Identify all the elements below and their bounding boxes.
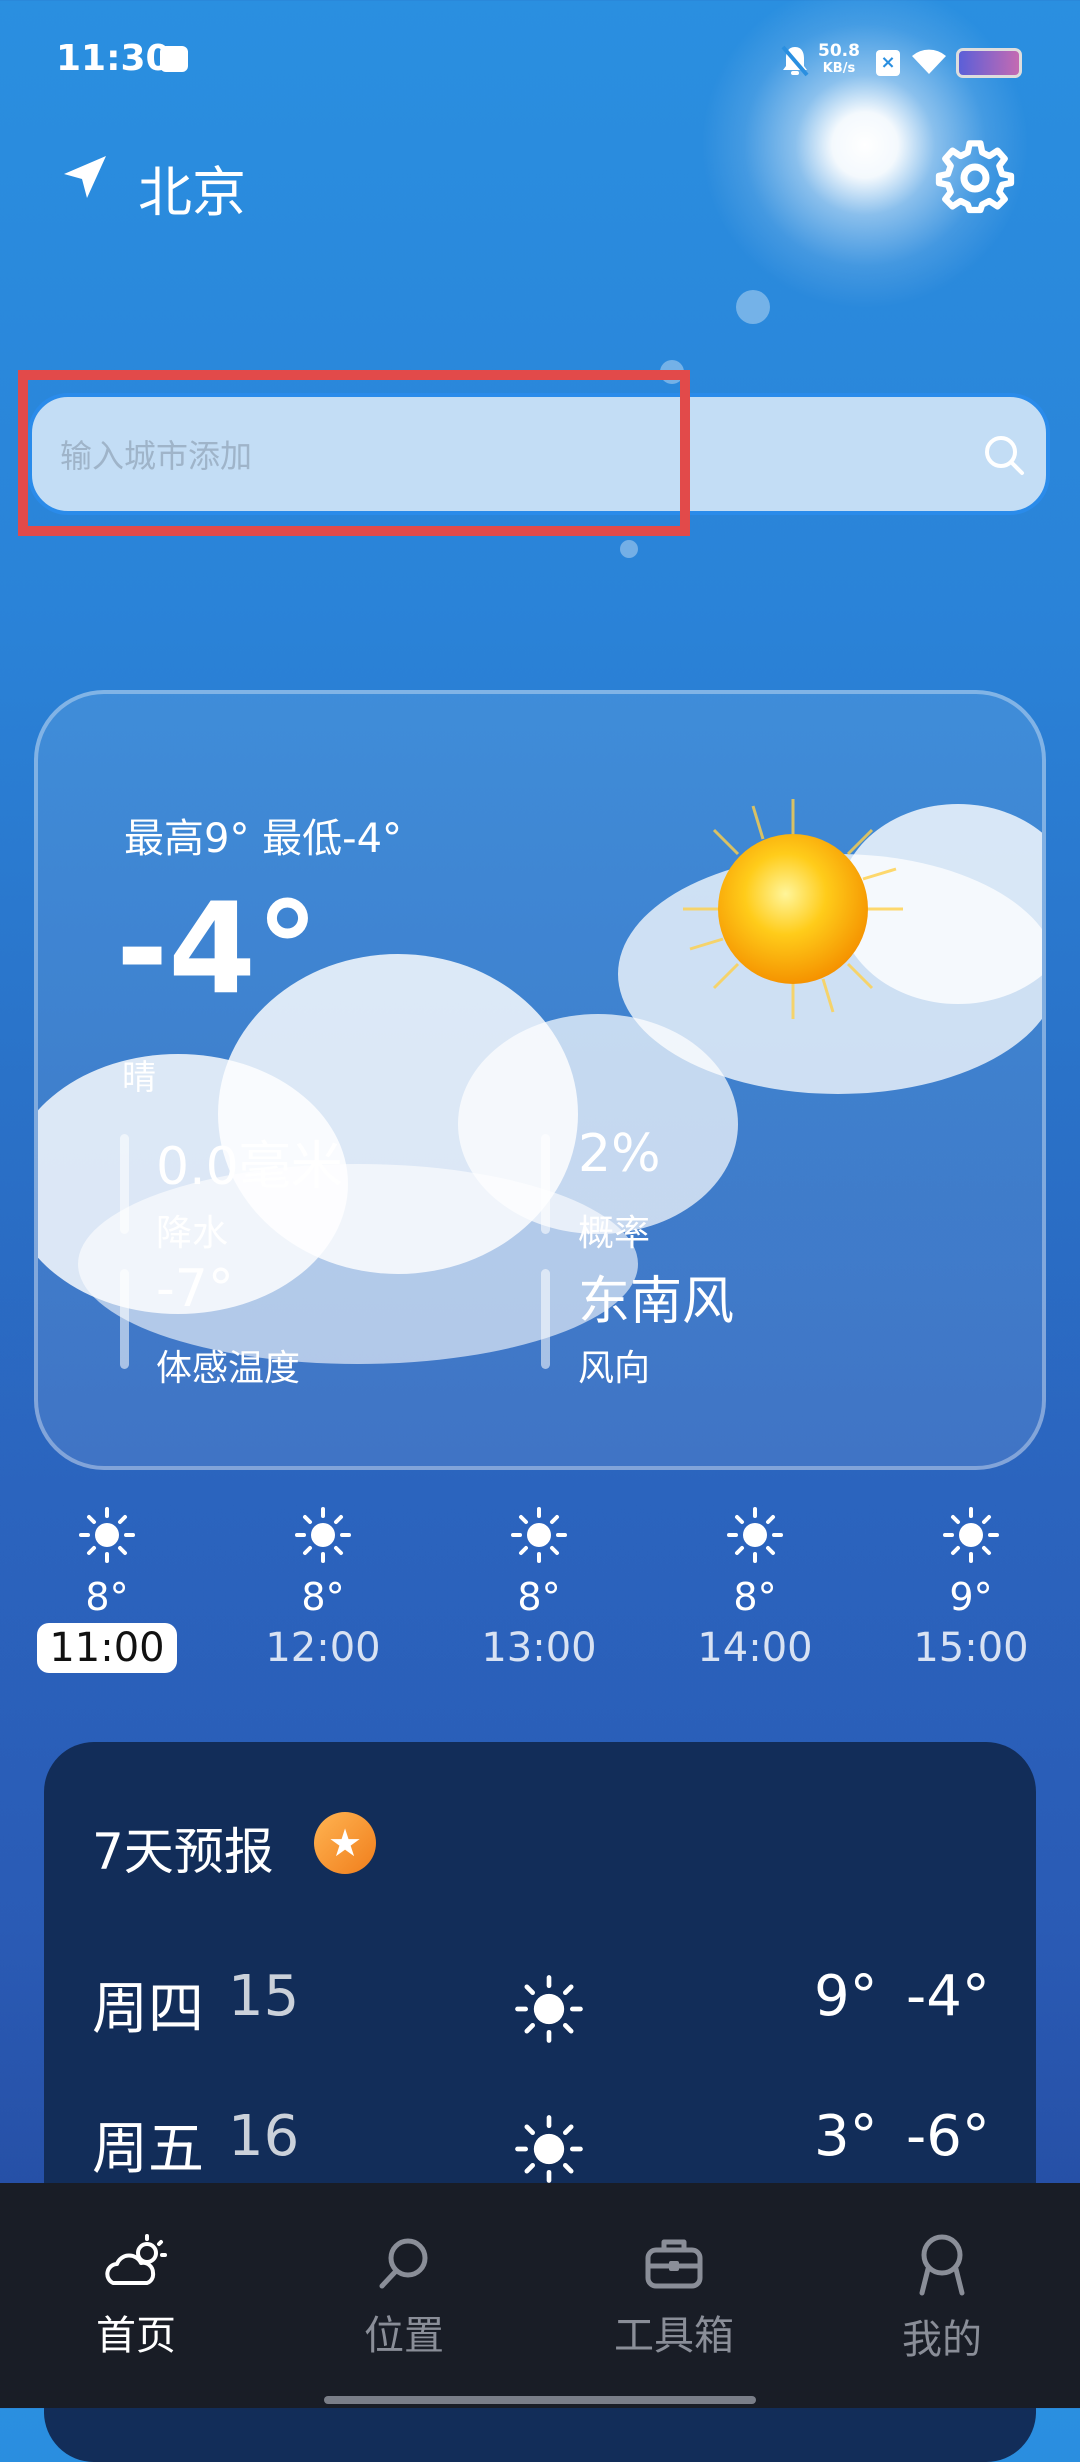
current-weather-card: 最高9° 最低-4° -4° 晴 0.0毫米 降水 2% 概率 -7° 体感温度… <box>34 690 1046 1470</box>
nav-toolbox-label: 工具箱 <box>614 2313 734 2359</box>
status-bar: 11:30 50.8 KB/s × <box>0 0 1080 120</box>
sun-icon <box>79 1507 135 1563</box>
search-icon <box>379 2238 428 2289</box>
hourly-item[interactable]: 8° 12:00 <box>243 1505 403 1673</box>
forecast-low: -4° <box>906 1964 990 2029</box>
hourly-temp: 8° <box>733 1575 777 1619</box>
gear-icon[interactable] <box>935 140 1015 220</box>
sun-icon <box>295 1507 351 1563</box>
location-arrow-icon[interactable] <box>60 152 110 202</box>
hourly-time: 15:00 <box>913 1625 1029 1671</box>
hourly-time: 13:00 <box>481 1625 597 1671</box>
hourly-temp: 9° <box>949 1575 993 1619</box>
user-icon <box>919 2234 965 2296</box>
nav-location[interactable]: 位置 <box>304 2233 504 2361</box>
status-time: 11:30 <box>56 38 171 79</box>
toolbox-icon <box>645 2239 703 2289</box>
high-low-temp: 最高9° 最低-4° <box>124 816 403 862</box>
wind-direction-label: 风向 <box>578 1348 651 1389</box>
forecast-high: 9° <box>814 1964 878 2029</box>
weather-condition: 晴 <box>122 1058 156 1098</box>
precipitation-label: 降水 <box>156 1213 229 1254</box>
bottom-nav: 首页 位置 工具箱 我的 <box>0 2183 1080 2408</box>
hourly-time: 12:00 <box>265 1625 381 1671</box>
city-name[interactable]: 北京 <box>138 148 246 227</box>
lens-flare <box>736 290 770 324</box>
hourly-temp: 8° <box>517 1575 561 1619</box>
nav-mine[interactable]: 我的 <box>842 2233 1042 2365</box>
hourly-item[interactable]: 8° 14:00 <box>675 1505 835 1673</box>
hourly-temp: 8° <box>85 1575 129 1619</box>
nav-home-label: 首页 <box>96 2313 176 2359</box>
hourly-time: 14:00 <box>697 1625 813 1671</box>
lens-flare <box>620 540 638 558</box>
nav-toolbox[interactable]: 工具箱 <box>574 2233 774 2361</box>
nav-mine-label: 我的 <box>902 2317 982 2363</box>
forecast-row[interactable]: 周四 15 9° -4° <box>44 1964 1036 2054</box>
star-badge-icon[interactable]: ★ <box>314 1812 376 1874</box>
sim-icon: × <box>876 50 900 76</box>
sun-icon <box>683 799 903 1019</box>
forecast-high: 3° <box>814 2104 878 2169</box>
forecast-date: 16 <box>228 2104 300 2169</box>
message-icon <box>160 46 188 72</box>
forecast-day: 周五 <box>92 2117 204 2182</box>
network-speed: 50.8 KB/s <box>818 41 860 76</box>
stat-divider <box>120 1134 129 1234</box>
hourly-temp: 8° <box>301 1575 345 1619</box>
hourly-item[interactable]: 9° 15:00 <box>891 1505 1051 1673</box>
wind-direction-value: 东南风 <box>578 1272 735 1332</box>
sun-icon <box>511 1507 567 1563</box>
nav-location-label: 位置 <box>364 2313 444 2359</box>
probability-label: 概率 <box>578 1213 651 1254</box>
nav-home[interactable]: 首页 <box>36 2233 236 2361</box>
probability-value: 2% <box>578 1124 661 1184</box>
sun-icon <box>515 1975 583 2043</box>
feels-like-value: -7° <box>156 1259 234 1319</box>
wifi-icon <box>912 49 946 74</box>
home-indicator[interactable] <box>324 2396 756 2404</box>
forecast-low: -6° <box>906 2104 990 2169</box>
stat-divider <box>120 1269 129 1369</box>
forecast-day: 周四 <box>92 1977 204 2042</box>
hourly-time: 11:00 <box>37 1623 177 1673</box>
search-icon[interactable] <box>982 433 1026 477</box>
forecast-row[interactable]: 周五 16 3° -6° <box>44 2104 1036 2194</box>
battery-icon <box>956 48 1022 78</box>
sun-icon <box>515 2115 583 2183</box>
highlight-box <box>18 370 690 536</box>
stat-divider <box>541 1269 550 1369</box>
bell-off-icon <box>781 45 809 77</box>
current-temperature: -4° <box>116 875 319 1022</box>
sun-icon <box>727 1507 783 1563</box>
hourly-item[interactable]: 8° 11:00 <box>27 1505 187 1673</box>
cloud-sun-icon <box>105 2234 167 2285</box>
forecast-title: 7天预报 <box>92 1823 274 1881</box>
sun-icon <box>943 1507 999 1563</box>
feels-like-label: 体感温度 <box>156 1348 301 1389</box>
hourly-item[interactable]: 8° 13:00 <box>459 1505 619 1673</box>
stat-divider <box>541 1134 550 1234</box>
forecast-date: 15 <box>228 1964 300 2029</box>
precipitation-value: 0.0毫米 <box>156 1137 343 1197</box>
